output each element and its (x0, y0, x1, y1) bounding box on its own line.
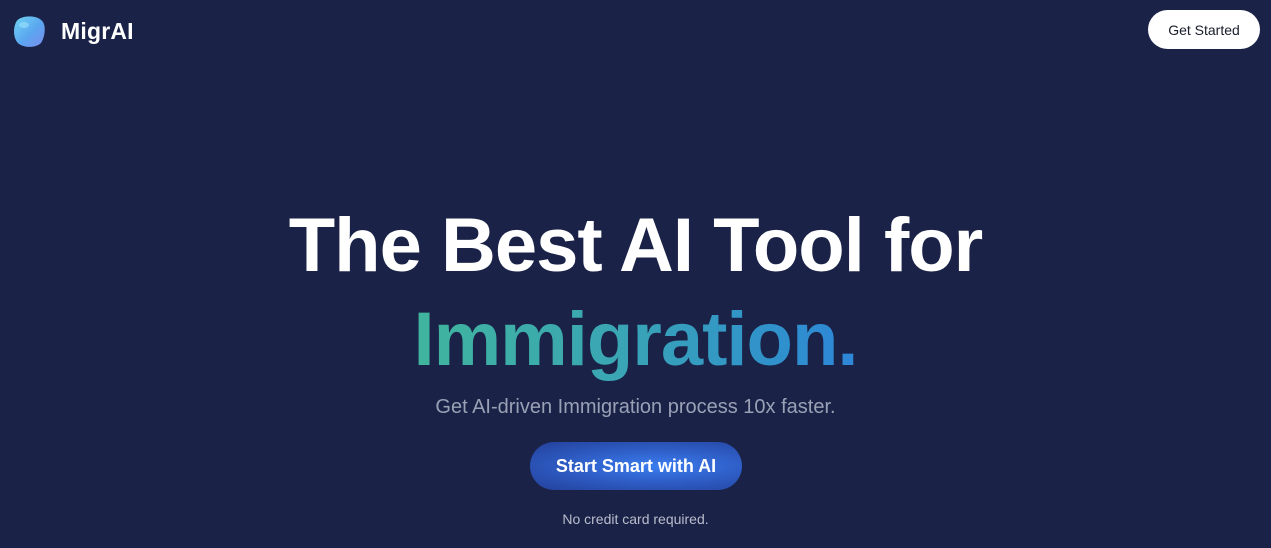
brand-logo[interactable]: MigrAI (13, 14, 134, 48)
get-started-button[interactable]: Get Started (1148, 10, 1260, 49)
brand-name: MigrAI (61, 17, 134, 44)
no-credit-card-note: No credit card required. (562, 511, 709, 527)
hero-title-accent-text: Immigration. (413, 297, 858, 382)
blob-logo-icon (14, 15, 45, 47)
hero-subtitle: Get AI-driven Immigration process 10x fa… (435, 396, 836, 418)
hero-title-accent: Immigration. (0, 298, 1271, 382)
hero-title: The Best AI Tool for (288, 203, 984, 288)
landing-page: MigrAI Get Started The Best AI Tool for … (0, 0, 1271, 548)
start-smart-button[interactable]: Start Smart with AI (530, 442, 742, 490)
